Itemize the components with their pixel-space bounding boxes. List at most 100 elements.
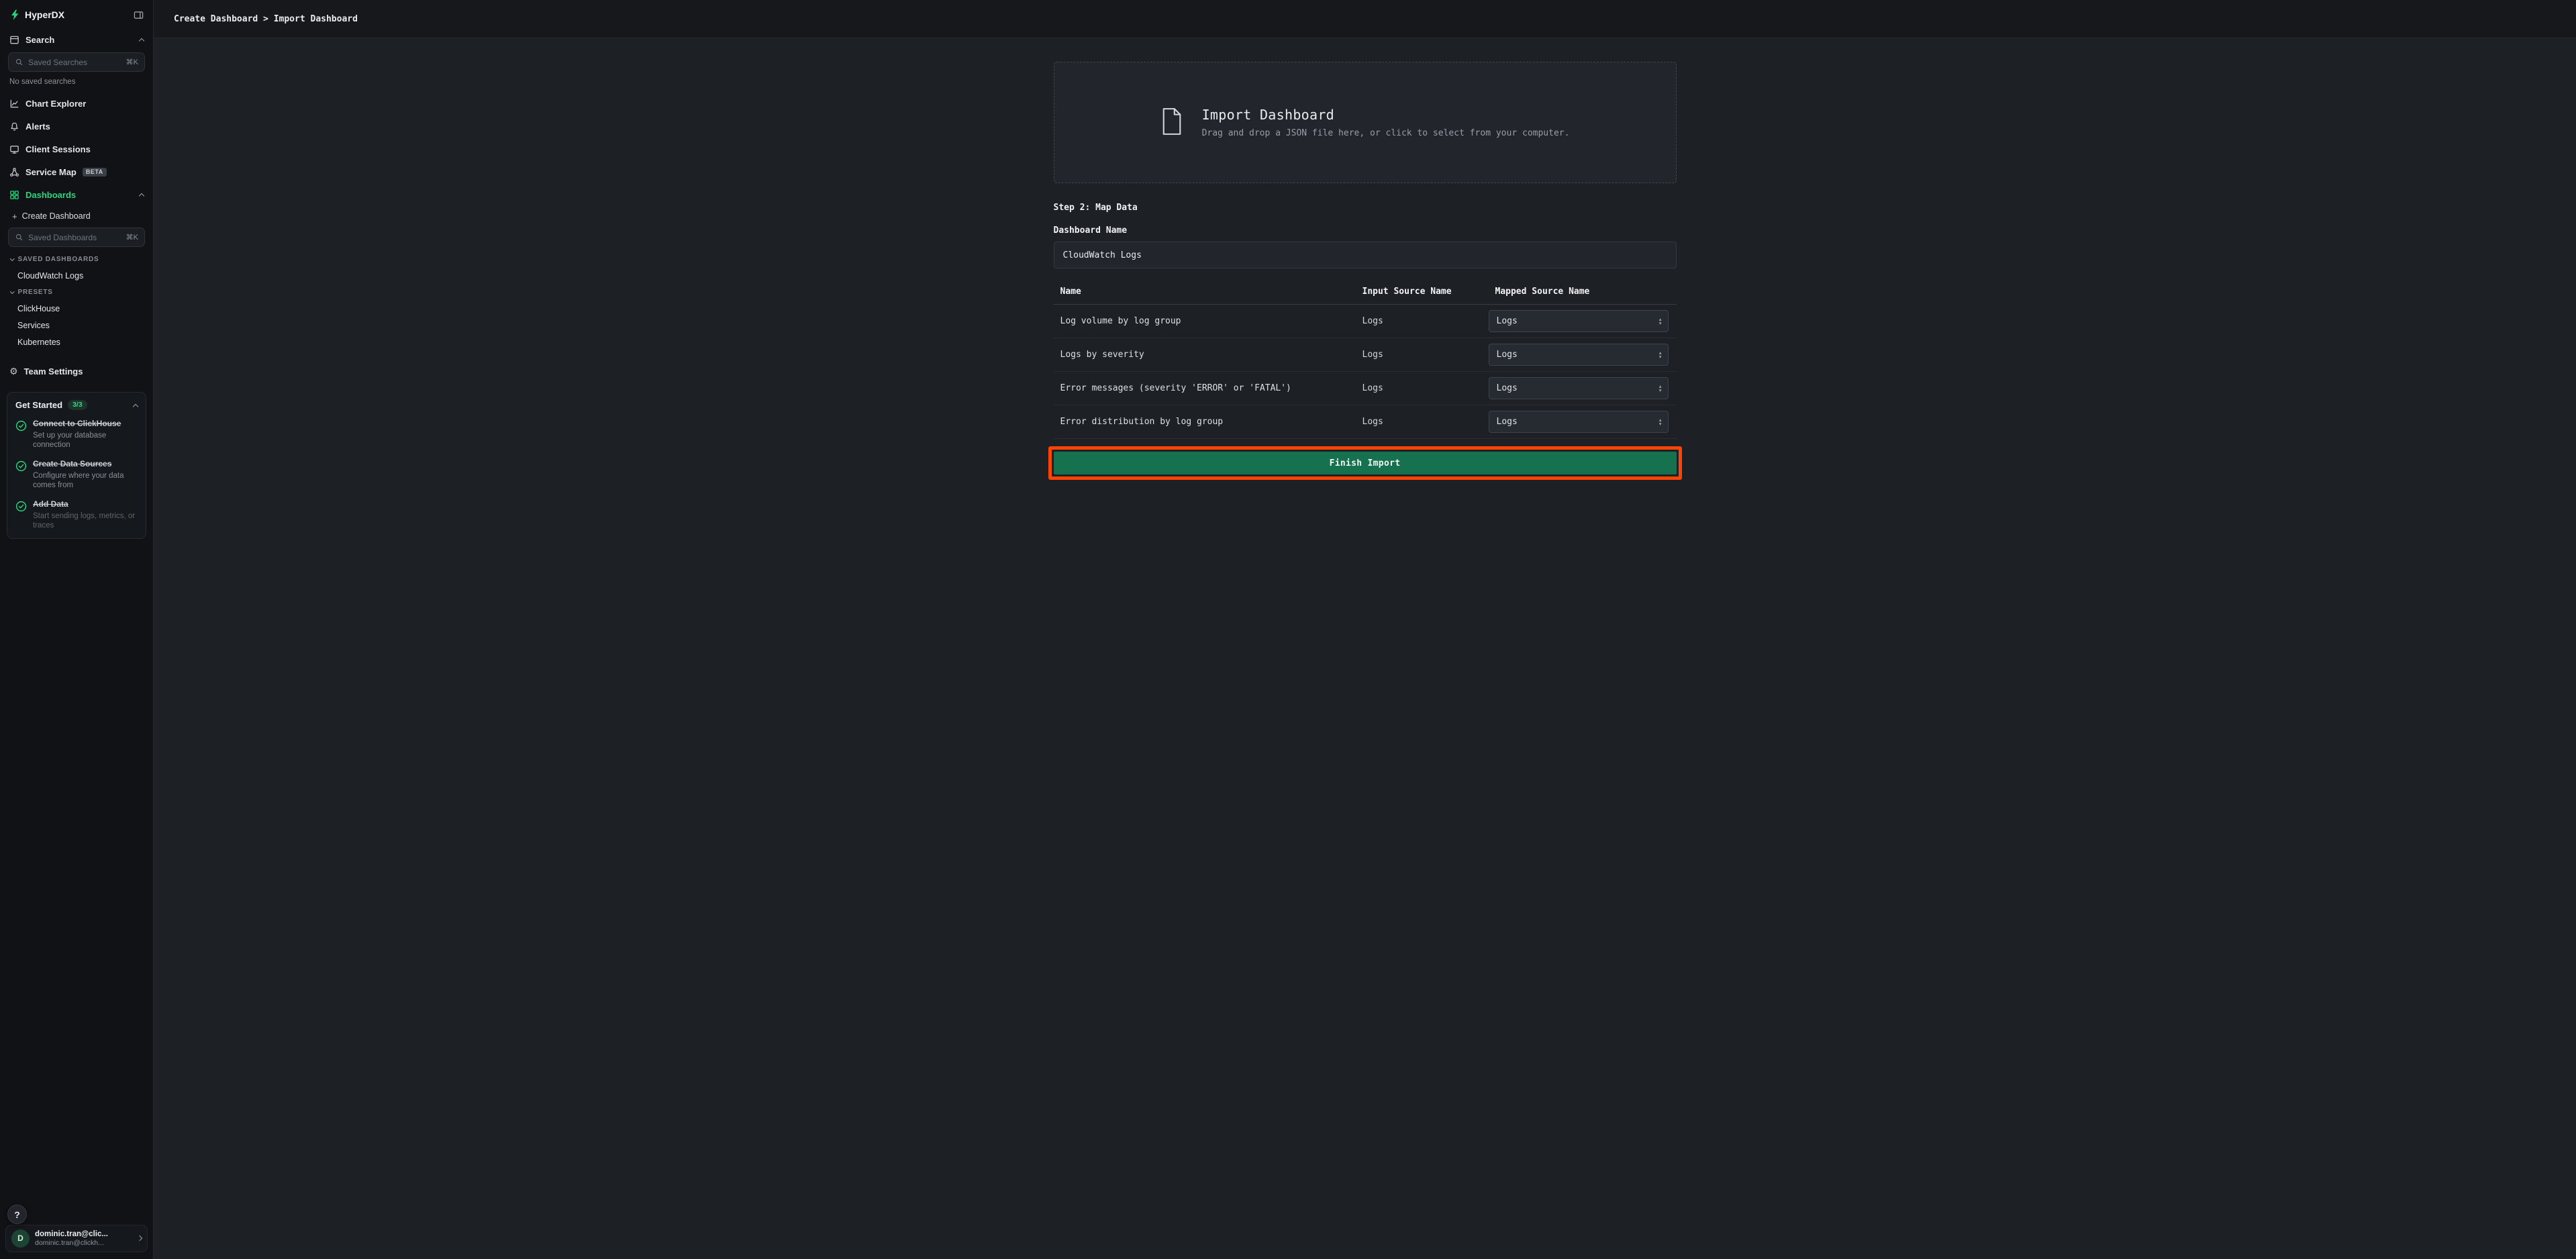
chart-icon — [9, 99, 19, 109]
select-arrows-icon: ▴▾ — [1659, 351, 1662, 358]
selected-option: Logs — [1497, 316, 1518, 326]
select-arrows-icon: ▴▾ — [1659, 385, 1662, 392]
selected-option: Logs — [1497, 383, 1518, 393]
check-circle-icon — [15, 420, 27, 450]
user-name: dominic.tran@clic... — [35, 1229, 132, 1239]
gear-icon: ⚙ — [9, 366, 18, 376]
no-saved-searches-text: No saved searches — [0, 76, 153, 92]
get-started-item-sources[interactable]: Create Data Sources Configure where your… — [15, 459, 138, 491]
search-icon — [15, 58, 23, 66]
input-source-cell: Logs — [1356, 316, 1489, 326]
avatar: D — [11, 1229, 30, 1248]
chart-name-cell: Logs by severity — [1054, 350, 1356, 360]
check-circle-icon — [15, 460, 27, 491]
get-started-item-subtitle: Set up your database connection — [33, 431, 138, 450]
table-row: Log volume by log group Logs Logs ▴▾ — [1054, 305, 1677, 338]
chart-name-cell: Error distribution by log group — [1054, 417, 1356, 427]
saved-dashboards-input[interactable]: ⌘K — [8, 228, 145, 247]
create-dashboard-label: Create Dashboard — [22, 211, 91, 221]
mapping-table: Name Input Source Name Mapped Source Nam… — [1054, 279, 1677, 439]
file-icon — [1160, 107, 1183, 138]
finish-import-button[interactable]: Finish Import — [1054, 452, 1677, 474]
section-header-label: PRESETS — [18, 289, 53, 296]
sidebar-item-service-map[interactable]: Service Map BETA — [0, 160, 153, 183]
table-row: Error distribution by log group Logs Log… — [1054, 405, 1677, 439]
sidebar-item-cloudwatch-logs[interactable]: CloudWatch Logs — [0, 267, 153, 284]
input-source-cell: Logs — [1356, 350, 1489, 360]
sidebar-item-kubernetes[interactable]: Kubernetes — [0, 334, 153, 350]
sidebar-item-alerts[interactable]: Alerts — [0, 115, 153, 138]
import-dropzone[interactable]: Import Dashboard Drag and drop a JSON fi… — [1054, 62, 1677, 183]
sidebar-item-label: Alerts — [26, 121, 50, 132]
content: Import Dashboard Drag and drop a JSON fi… — [154, 38, 2576, 1259]
get-started-header[interactable]: Get Started 3/3 — [15, 400, 138, 410]
select-arrows-icon: ▴▾ — [1659, 317, 1662, 325]
chevron-up-icon[interactable] — [139, 193, 144, 199]
sidebar-item-clickhouse[interactable]: ClickHouse — [0, 300, 153, 317]
step-label: Step 2: Map Data — [1054, 203, 1677, 213]
help-button[interactable]: ? — [7, 1205, 27, 1224]
sidebar-item-client-sessions[interactable]: Client Sessions — [0, 138, 153, 160]
shortcut-hint: ⌘K — [126, 58, 138, 66]
grid-icon — [9, 190, 19, 200]
get-started-item-subtitle: Start sending logs, metrics, or traces — [33, 511, 138, 531]
chevron-right-icon — [137, 1236, 142, 1241]
user-meta: dominic.tran@clic... dominic.tran@clickh… — [35, 1229, 132, 1248]
chevron-up-icon[interactable] — [139, 38, 144, 44]
monitor-icon — [9, 144, 19, 154]
sidebar-item-dashboards[interactable]: Dashboards — [0, 183, 153, 206]
sidebar-item-services[interactable]: Services — [0, 317, 153, 334]
section-header-label: SAVED DASHBOARDS — [18, 256, 99, 263]
app-name: HyperDX — [25, 9, 64, 20]
dashboard-name-input[interactable] — [1054, 242, 1677, 268]
shortcut-hint: ⌘K — [126, 233, 138, 242]
selected-option: Logs — [1497, 417, 1518, 427]
breadcrumb[interactable]: Create Dashboard > Import Dashboard — [174, 14, 358, 24]
get-started-card: Get Started 3/3 Connect to ClickHouse Se… — [7, 392, 146, 539]
team-settings-label: Team Settings — [24, 366, 83, 376]
sidebar: HyperDX Search ⌘K No saved searches — [0, 0, 154, 1259]
sidebar-section-search[interactable]: Search — [0, 28, 153, 51]
dropzone-subtitle: Drag and drop a JSON file here, or click… — [1202, 128, 1570, 138]
chart-name-cell: Log volume by log group — [1054, 316, 1356, 326]
dashboard-name-label: Dashboard Name — [1054, 225, 1677, 236]
mapped-source-select[interactable]: Logs ▴▾ — [1489, 411, 1669, 433]
search-section-label: Search — [26, 35, 54, 45]
search-icon — [15, 233, 23, 242]
saved-searches-input[interactable]: ⌘K — [8, 52, 145, 72]
chevron-up-icon[interactable] — [133, 403, 138, 409]
beta-badge: BETA — [83, 168, 107, 177]
saved-dashboards-section-header[interactable]: SAVED DASHBOARDS — [0, 251, 153, 267]
get-started-item-connect[interactable]: Connect to ClickHouse Set up your databa… — [15, 419, 138, 450]
sidebar-item-label: Chart Explorer — [26, 99, 86, 109]
saved-searches-field[interactable] — [28, 58, 121, 67]
sidebar-item-team-settings[interactable]: ⚙ Team Settings — [0, 360, 153, 383]
sidebar-item-label: Service Map — [26, 167, 77, 177]
get-started-item-title: Connect to ClickHouse — [33, 419, 138, 429]
user-menu[interactable]: D dominic.tran@clic... dominic.tran@clic… — [5, 1225, 148, 1253]
get-started-item-subtitle: Configure where your data comes from — [33, 471, 138, 491]
mapped-source-select[interactable]: Logs ▴▾ — [1489, 344, 1669, 366]
get-started-item-add-data[interactable]: Add Data Start sending logs, metrics, or… — [15, 499, 138, 531]
get-started-title: Get Started — [15, 400, 62, 410]
sidebar-item-label: Client Sessions — [26, 144, 91, 154]
sidebar-header: HyperDX — [0, 7, 153, 28]
get-started-item-title: Add Data — [33, 499, 138, 509]
create-dashboard-button[interactable]: + Create Dashboard — [0, 206, 153, 226]
hyperdx-logo[interactable]: HyperDX — [9, 9, 64, 20]
presets-section-header[interactable]: PRESETS — [0, 284, 153, 300]
collapse-sidebar-icon[interactable] — [134, 10, 144, 20]
column-header-mapped-source: Mapped Source Name — [1489, 287, 1677, 297]
table-header-row: Name Input Source Name Mapped Source Nam… — [1054, 279, 1677, 305]
mapped-source-select[interactable]: Logs ▴▾ — [1489, 310, 1669, 332]
search-section-icon — [9, 35, 19, 45]
service-map-icon — [9, 167, 19, 177]
app-root: HyperDX Search ⌘K No saved searches — [0, 0, 2576, 1259]
plus-icon: + — [12, 212, 17, 221]
saved-dashboards-field[interactable] — [28, 233, 121, 242]
check-circle-icon — [15, 501, 27, 531]
table-row: Logs by severity Logs Logs ▴▾ — [1054, 338, 1677, 372]
mapped-source-select[interactable]: Logs ▴▾ — [1489, 377, 1669, 399]
sidebar-item-chart-explorer[interactable]: Chart Explorer — [0, 92, 153, 115]
topbar: Create Dashboard > Import Dashboard — [154, 0, 2576, 38]
